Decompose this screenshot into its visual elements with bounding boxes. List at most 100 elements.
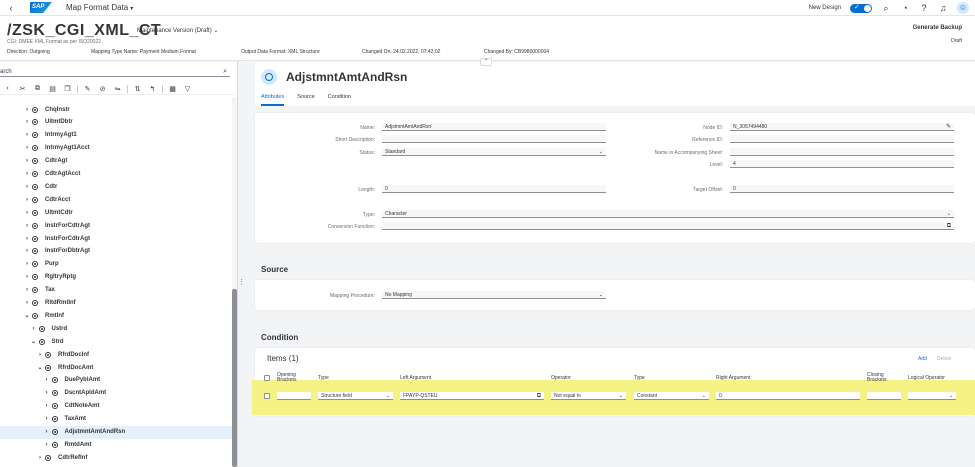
chevron-right-icon[interactable]: › — [24, 300, 30, 306]
reference-id-field[interactable] — [730, 135, 954, 143]
collapse-header-button[interactable]: ⌃ — [480, 58, 492, 66]
chevron-right-icon[interactable]: › — [24, 287, 30, 293]
edit-icon[interactable]: ✎ — [946, 123, 951, 131]
tree-row[interactable]: › DscntApldAmt — [0, 387, 232, 400]
search-icon[interactable]: ⌕ — [223, 67, 227, 77]
right-argument-field[interactable]: 0 — [716, 392, 860, 400]
tree-row[interactable]: › AdjstmntAmtAndRsn — [0, 425, 232, 439]
tree-row[interactable]: ⌄ RfrdDocAmt — [0, 361, 232, 374]
tree-row[interactable]: › IntrmyAgt1Acct — [0, 142, 232, 155]
back-icon[interactable]: ‹ — [4, 3, 18, 13]
tree-row[interactable]: › DuePyblAmt — [0, 374, 232, 387]
chevron-right-icon[interactable]: › — [24, 132, 30, 138]
accompanying-sheet-field[interactable] — [730, 148, 954, 156]
splitter-handle[interactable]: ⋮ — [238, 278, 245, 290]
version-selector[interactable]: Maintenance Version (Draft) ⌄ — [137, 27, 218, 34]
logical-operator-select[interactable]: ⌄ — [908, 392, 956, 400]
chevron-right-icon[interactable]: › — [24, 248, 30, 254]
chevron-right-icon[interactable]: › — [24, 158, 30, 164]
chevron-right-icon[interactable]: › — [44, 442, 50, 448]
closing-brackets-field[interactable] — [867, 392, 901, 400]
tree-row[interactable]: › UltmtCdtr — [0, 206, 232, 219]
operator-select[interactable]: Not equal to ⌄ — [551, 392, 626, 400]
tree-row[interactable]: › Ustrd — [0, 322, 232, 335]
tree-row[interactable]: › Purp — [0, 258, 232, 271]
opening-brackets-field[interactable] — [277, 392, 311, 400]
table-icon[interactable]: ▦ — [165, 85, 180, 93]
node-id-field[interactable]: N_3057494480 ✎ — [730, 123, 954, 131]
paste-icon[interactable]: ▤ — [45, 85, 60, 93]
delete-button[interactable]: Delete — [937, 356, 951, 362]
chevron-right-icon[interactable]: › — [44, 403, 50, 409]
left-argument-field[interactable]: FPAYP-QSTEU ⧉ — [400, 392, 544, 400]
chevron-down-icon[interactable]: ⌄ — [37, 364, 43, 371]
tree-row[interactable]: › CdtrAgt — [0, 155, 232, 168]
chevron-right-icon[interactable]: › — [44, 390, 50, 396]
tree-row[interactable]: › UltmtDbtr — [0, 116, 232, 129]
filter-icon[interactable]: ▽ — [180, 85, 195, 93]
chevron-right-icon[interactable]: › — [24, 197, 30, 203]
chevron-right-icon[interactable]: › — [24, 210, 30, 216]
chevron-down-icon[interactable]: ⌄ — [24, 312, 30, 319]
chevron-right-icon[interactable]: › — [37, 455, 43, 461]
new-design-toggle[interactable]: ✓ — [850, 3, 872, 13]
headset-icon[interactable]: ◔ — [900, 3, 910, 13]
avatar[interactable]: ☺ — [957, 2, 969, 14]
chevron-down-icon[interactable]: ⌄ — [31, 338, 37, 345]
move-up-icon[interactable]: ↰ — [145, 85, 160, 93]
tree-row[interactable]: ⌄ RmtInf — [0, 309, 232, 322]
select-all-checkbox[interactable] — [264, 375, 270, 381]
tree-row[interactable]: › CdtrAgtAcct — [0, 168, 232, 181]
chevron-right-icon[interactable]: › — [44, 377, 50, 383]
app-title-menu[interactable]: Map Format Data ▾ — [66, 3, 133, 12]
chevron-right-icon[interactable]: › — [24, 107, 30, 113]
length-field[interactable]: 0 — [382, 185, 606, 193]
name-field[interactable]: AdjstmntAmtAndRsn — [382, 123, 606, 131]
chevron-right-icon[interactable]: › — [24, 184, 30, 190]
tree-row[interactable]: › InstrForCdtrAgt — [0, 219, 232, 232]
chevron-right-icon[interactable]: › — [24, 261, 30, 267]
chevron-left-icon[interactable]: ‹ — [0, 85, 15, 92]
search-input[interactable]: arch ⌕ — [0, 67, 230, 77]
tree-row[interactable]: › Cdtr — [0, 180, 232, 193]
tree-row[interactable]: › CdtNoteAmt — [0, 400, 232, 413]
tree-row[interactable]: › IntrmyAgt1 — [0, 129, 232, 142]
value-help-icon[interactable]: ⧉ — [537, 392, 541, 400]
tree-row[interactable]: ⌄ Strd — [0, 335, 232, 348]
type-select[interactable]: Character ⌄ — [382, 210, 954, 218]
tree-row[interactable]: › RltdRmtInf — [0, 297, 232, 310]
type-2-select[interactable]: Constant ⌄ — [634, 392, 709, 400]
transfer-icon[interactable]: ⇋ — [110, 85, 125, 93]
delete-icon[interactable]: ⊘ — [95, 85, 110, 93]
tree-row[interactable]: › TaxAmt — [0, 413, 232, 426]
chevron-right-icon[interactable]: › — [24, 223, 30, 229]
status-select[interactable]: Standard ⌄ — [382, 148, 606, 156]
cut-icon[interactable]: ✂ — [15, 85, 30, 93]
tree-row[interactable]: › ChqInstr — [0, 103, 232, 116]
value-help-icon[interactable]: ⧉ — [947, 222, 951, 230]
tab-condition[interactable]: Condition — [328, 94, 351, 106]
chevron-right-icon[interactable]: › — [37, 352, 43, 358]
chevron-right-icon[interactable]: › — [31, 326, 37, 332]
sort-icon[interactable]: ⇅ — [130, 85, 145, 93]
sap-logo[interactable]: SAP — [30, 2, 52, 13]
tree-row[interactable]: › RmtdAmt — [0, 438, 232, 451]
tree-row[interactable]: › RgltryRptg — [0, 271, 232, 284]
edit-icon[interactable]: ✎ — [80, 85, 95, 93]
target-offset-field[interactable]: 0 — [730, 185, 954, 193]
search-icon[interactable]: ⌕ — [881, 3, 891, 14]
tree-row[interactable]: › InstrForCdtrAgt — [0, 232, 232, 245]
tab-attributes[interactable]: Attributes — [261, 94, 285, 106]
row-checkbox[interactable] — [264, 393, 270, 399]
tab-source[interactable]: Source — [297, 94, 314, 106]
generate-backup-button[interactable]: Generate Backup — [913, 25, 962, 31]
tree-row[interactable]: › RfrdDocInf — [0, 348, 232, 361]
type-select[interactable]: Structure field ⌄ — [318, 392, 393, 400]
level-field[interactable]: 4 — [730, 160, 954, 168]
tree-row[interactable]: › CdtrRefInf — [0, 451, 232, 464]
tree-row[interactable]: › InstrForDbtrAgt — [0, 245, 232, 258]
mapping-procedure-select[interactable]: No Mapping ⌄ — [382, 291, 606, 299]
chevron-right-icon[interactable]: › — [24, 119, 30, 125]
conversion-function-field[interactable]: ⧉ — [382, 222, 954, 230]
chevron-right-icon[interactable]: › — [24, 171, 30, 177]
